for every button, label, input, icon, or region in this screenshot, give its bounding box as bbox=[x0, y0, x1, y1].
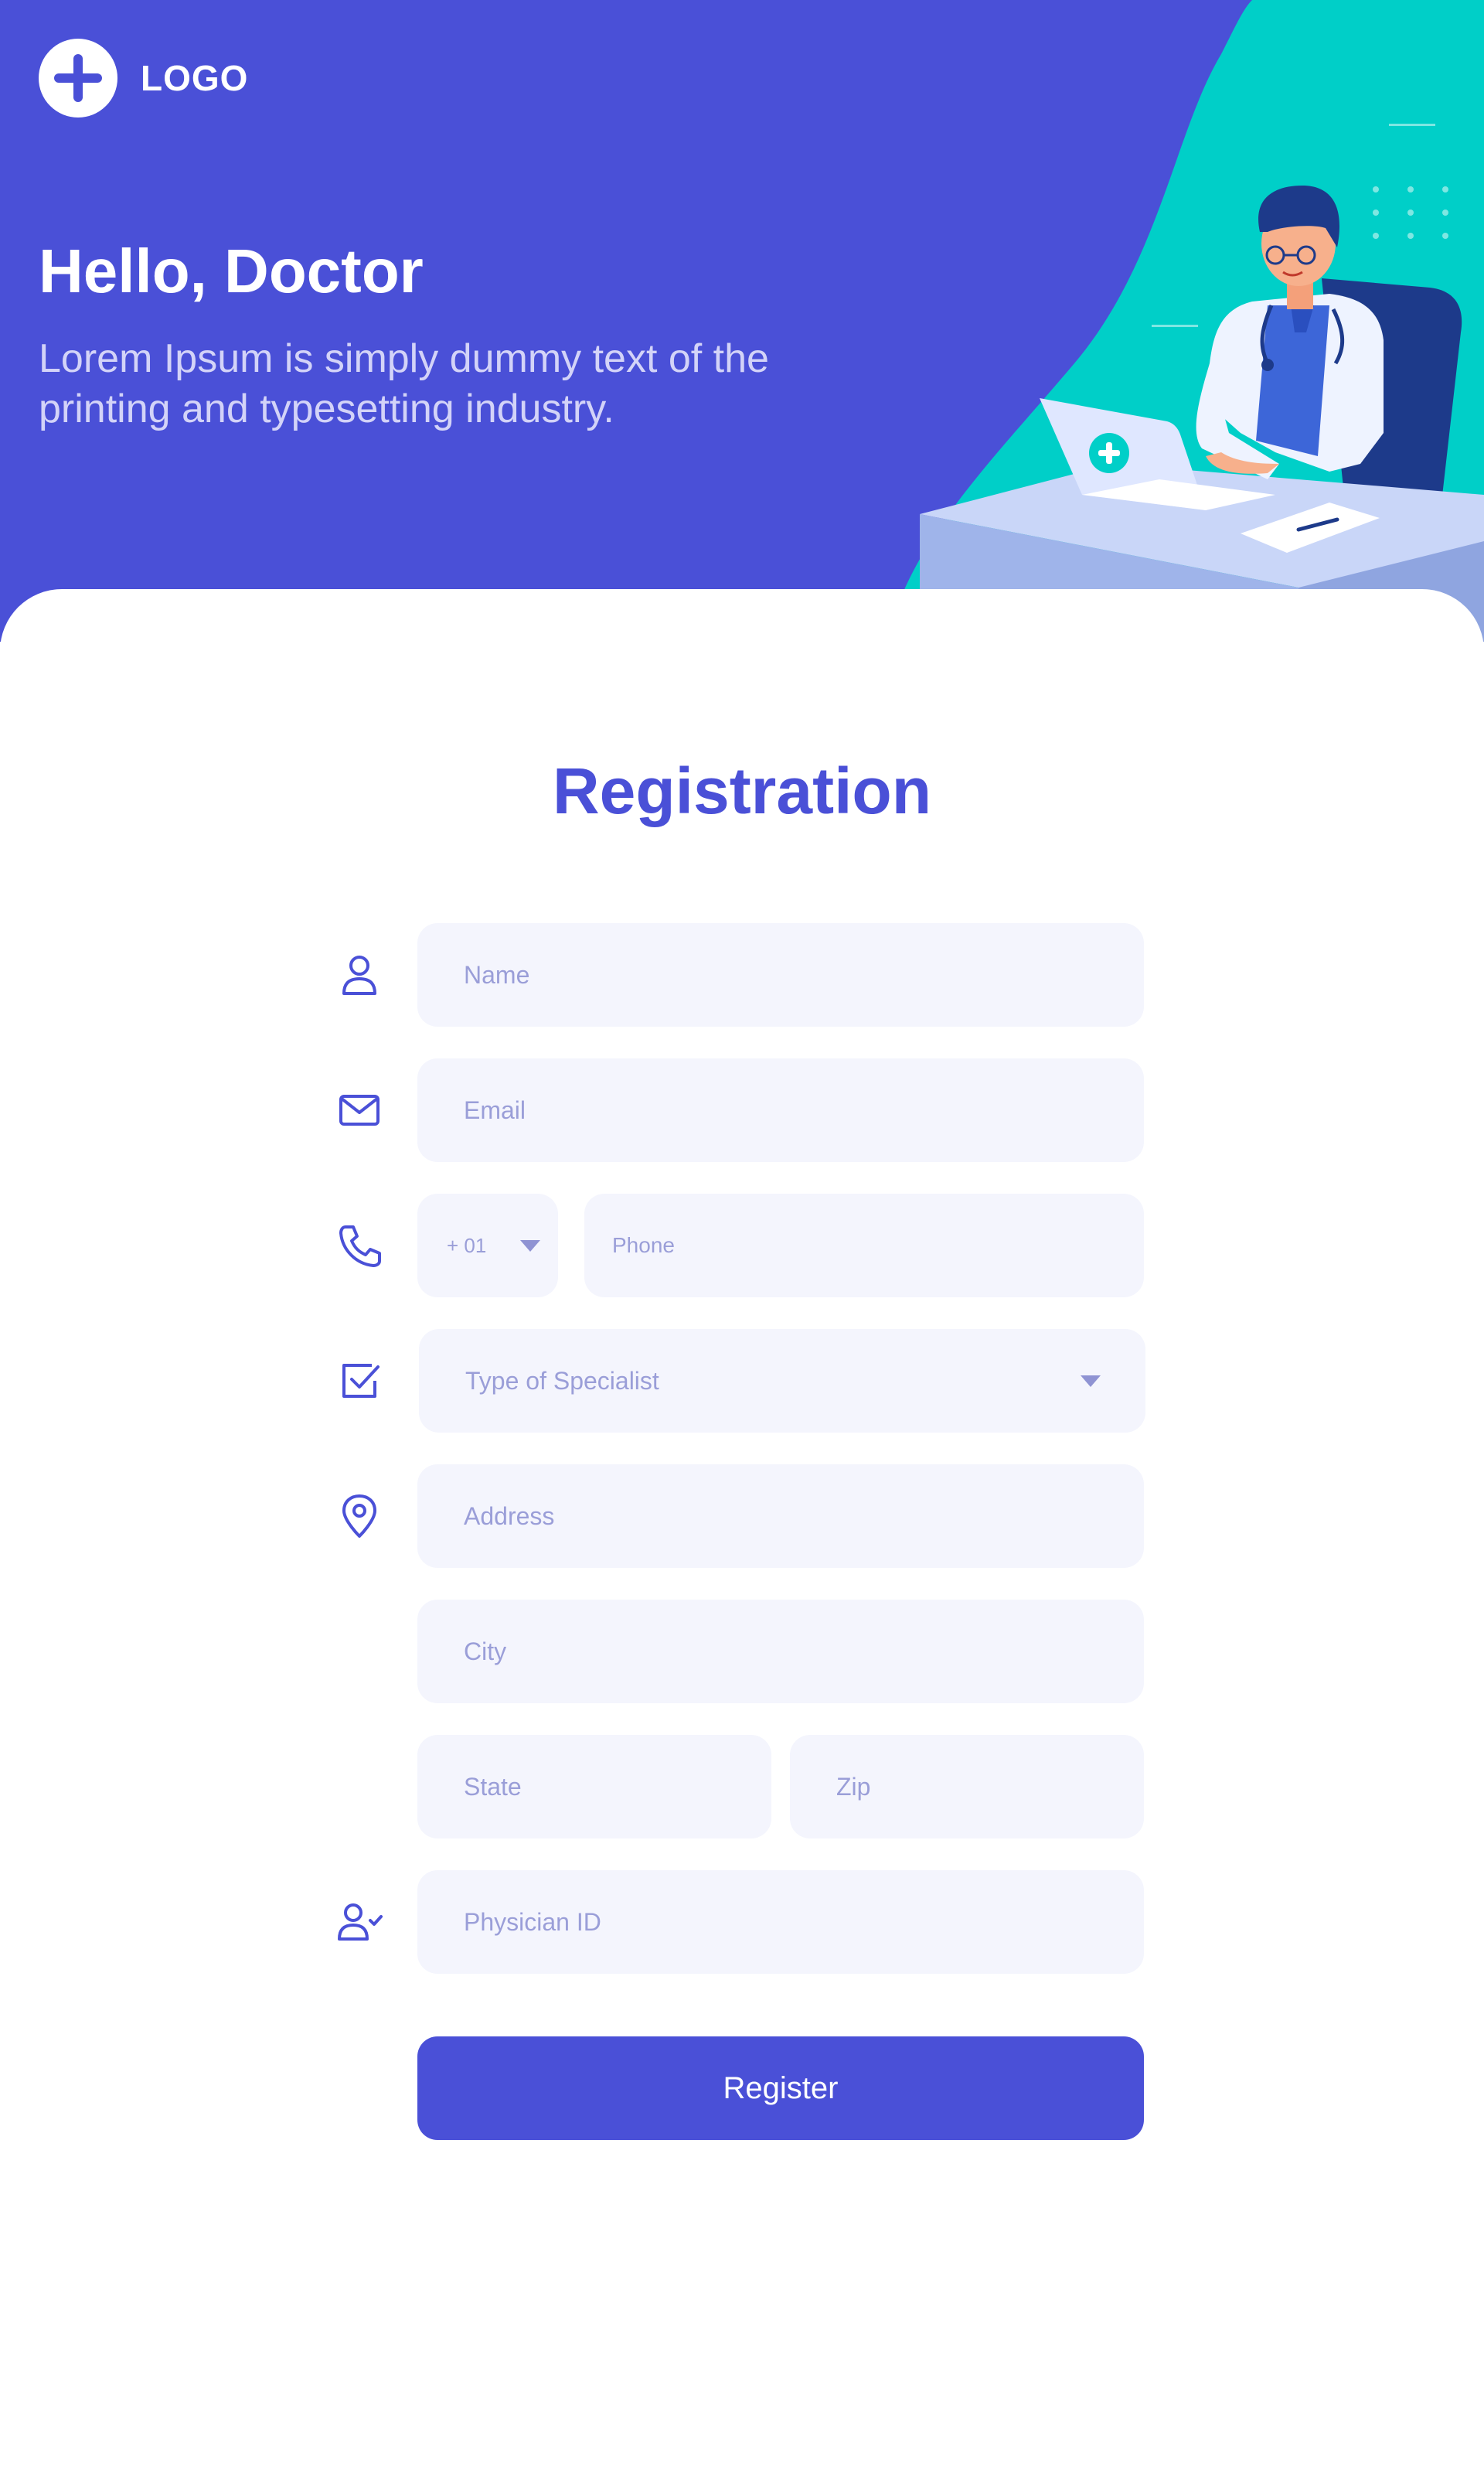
phone-input[interactable] bbox=[584, 1194, 1144, 1297]
chevron-down-icon bbox=[1081, 1375, 1101, 1387]
map-pin-icon bbox=[342, 1494, 376, 1538]
phone-icon bbox=[339, 1225, 381, 1267]
logo[interactable]: LOGO bbox=[39, 39, 248, 118]
zip-input[interactable] bbox=[790, 1735, 1144, 1838]
checkbox-icon bbox=[342, 1364, 380, 1398]
chevron-down-icon bbox=[520, 1240, 540, 1252]
hero-banner: LOGO Hello, Doctor Lorem Ipsum is simply… bbox=[0, 0, 1484, 642]
state-input[interactable] bbox=[417, 1735, 771, 1838]
user-check-icon bbox=[338, 1903, 383, 1941]
user-icon bbox=[342, 956, 376, 995]
hero-title: Hello, Doctor bbox=[39, 237, 424, 305]
logo-text: LOGO bbox=[141, 58, 249, 98]
address-input[interactable] bbox=[417, 1464, 1144, 1568]
envelope-icon bbox=[339, 1095, 380, 1126]
email-input[interactable] bbox=[417, 1058, 1144, 1162]
country-code-value: + 01 bbox=[447, 1233, 487, 1257]
hero-subtitle: Lorem Ipsum is simply dummy text of the … bbox=[39, 336, 769, 431]
physician-id-input[interactable] bbox=[417, 1870, 1144, 1974]
name-input[interactable] bbox=[417, 923, 1144, 1027]
city-input[interactable] bbox=[417, 1600, 1144, 1703]
specialist-placeholder: Type of Specialist bbox=[465, 1366, 659, 1395]
specialist-select[interactable]: Type of Specialist bbox=[419, 1329, 1145, 1433]
plus-icon bbox=[39, 39, 117, 118]
form-title: Registration bbox=[552, 755, 932, 827]
country-code-select[interactable]: + 01 bbox=[417, 1194, 558, 1297]
register-button[interactable]: Register bbox=[417, 2036, 1144, 2140]
